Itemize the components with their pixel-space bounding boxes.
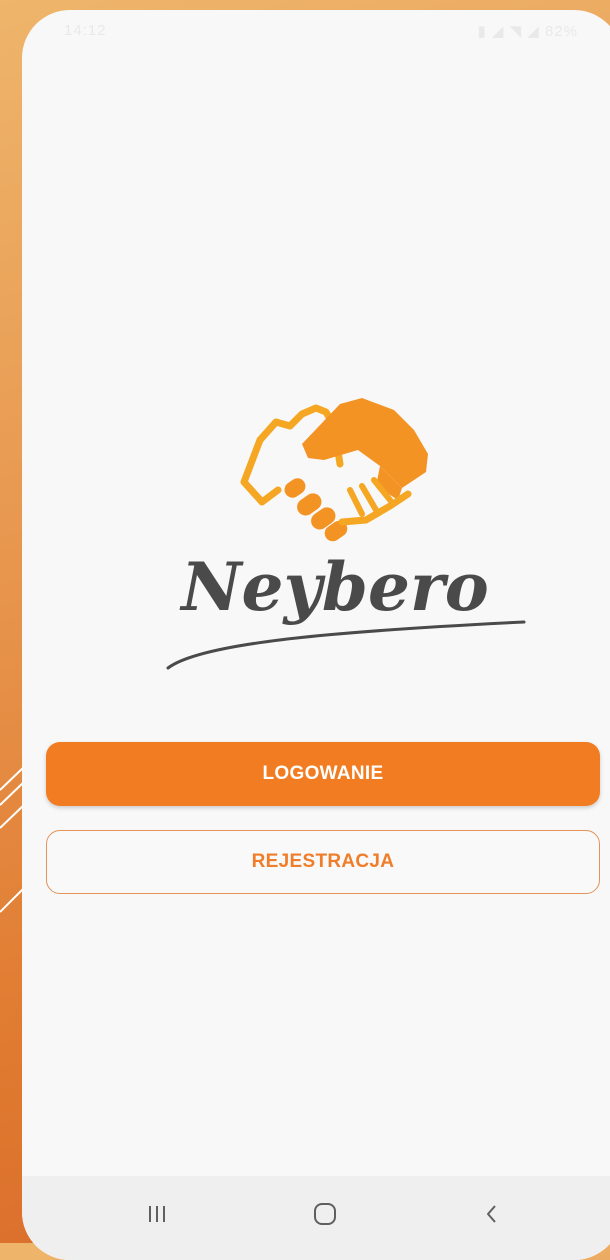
register-button-label: REJESTRACJA — [251, 851, 395, 872]
phone-screen: 14:12 ▮ ◢ ◥ ◢ 82% Neybero LOGOWANIE REJE… — [22, 10, 610, 1260]
recents-button[interactable] — [137, 1194, 177, 1234]
login-button[interactable]: LOGOWANIE — [46, 742, 600, 806]
app-logo: Neybero — [140, 382, 530, 682]
register-button[interactable]: REJESTRACJA — [46, 830, 600, 894]
status-bar: 14:12 ▮ ◢ ◥ ◢ 82% — [22, 10, 610, 50]
home-button[interactable] — [305, 1194, 345, 1234]
back-button[interactable] — [472, 1194, 512, 1234]
back-icon — [487, 1205, 496, 1223]
home-icon — [314, 1203, 336, 1225]
handshake-icon: Neybero — [166, 398, 526, 670]
status-icons: ▮ ◢ ◥ ◢ 82% — [477, 23, 578, 40]
recents-icon — [149, 1206, 165, 1222]
login-button-label: LOGOWANIE — [262, 763, 384, 784]
logo-wordmark: Neybero — [179, 548, 489, 626]
status-time: 14:12 — [64, 22, 107, 39]
navigation-bar — [22, 1176, 610, 1260]
